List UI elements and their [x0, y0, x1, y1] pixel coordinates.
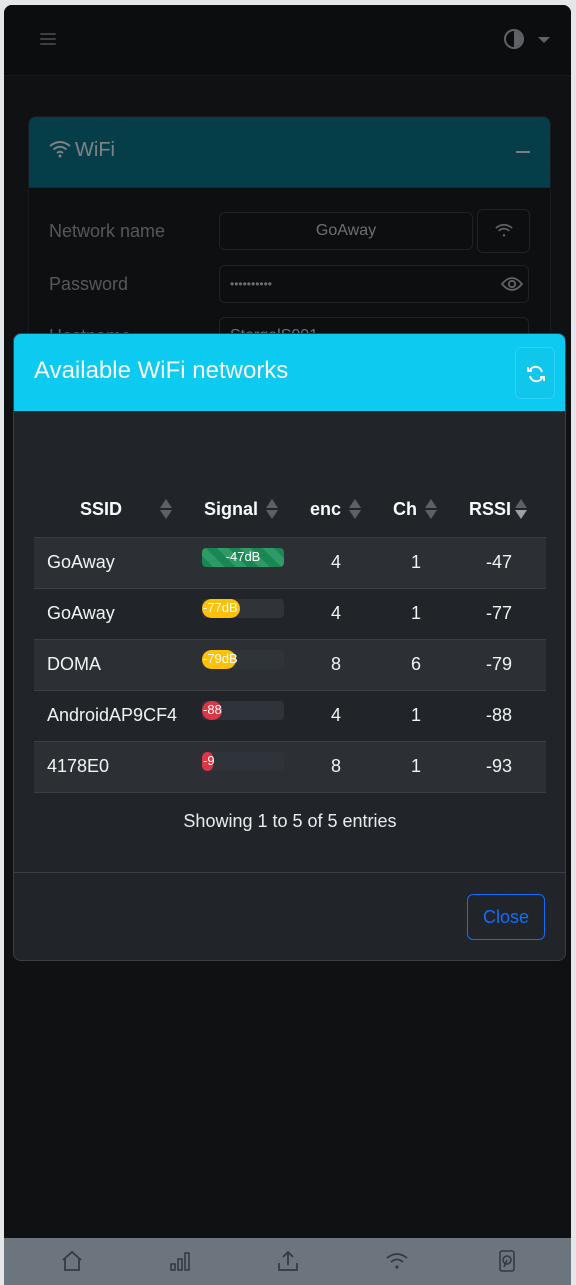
channel-cell: 1 — [410, 705, 421, 725]
signal-bar: -9 — [202, 752, 284, 771]
ssid-cell: DOMA — [47, 654, 101, 674]
sort-icon[interactable] — [266, 499, 278, 519]
ssid-cell: AndroidAP9CF4 — [47, 705, 178, 725]
sort-icon[interactable] — [349, 499, 361, 519]
networks-table: SSID Signal enc Ch RSSI GoAway 4 1 -47 -47dB… — [34, 489, 546, 831]
signal-label: -77dB — [203, 600, 238, 615]
modal-title: Available WiFi networks — [34, 357, 289, 384]
col-ssid[interactable]: SSID — [80, 499, 122, 520]
sort-desc-icon[interactable] — [515, 499, 527, 519]
enc-cell: 4 — [330, 705, 341, 725]
signal-label: -79dB — [203, 651, 238, 666]
col-rssi[interactable]: RSSI — [469, 499, 511, 520]
ssid-cell: 4178E0 — [47, 756, 110, 776]
table-body: GoAway 4 1 -47 -47dB GoAway 4 1 -77 -77dB DOMA 8 6 -7… — [34, 537, 546, 793]
sort-icon[interactable] — [425, 499, 437, 519]
enc-cell: 8 — [330, 654, 341, 674]
enc-cell: 4 — [330, 552, 341, 572]
signal-label: -9 — [203, 753, 215, 768]
ssid-cell: GoAway — [47, 603, 115, 623]
enc-cell: 8 — [330, 756, 341, 776]
ssid-cell: GoAway — [47, 552, 115, 572]
bottom-nav — [4, 1238, 571, 1285]
signal-bar: -77dB — [202, 599, 284, 618]
rssi-cell: -88 — [485, 705, 512, 725]
table-row[interactable]: DOMA 8 6 -79 -79dB — [34, 640, 546, 691]
storage-icon[interactable] — [494, 1248, 520, 1274]
table-header: SSID Signal enc Ch RSSI — [34, 489, 546, 537]
refresh-button[interactable] — [515, 347, 555, 399]
channel-cell: 1 — [410, 552, 421, 572]
channel-cell: 1 — [410, 756, 421, 776]
col-enc[interactable]: enc — [310, 499, 341, 520]
close-button[interactable]: Close — [467, 894, 545, 940]
wifi-networks-modal: Available WiFi networks SSID Signal enc … — [13, 333, 566, 961]
modal-footer: Close — [14, 872, 565, 960]
table-row[interactable]: 4178E0 8 1 -93 -9 — [34, 742, 546, 793]
rssi-cell: -79 — [485, 654, 512, 674]
channel-cell: 1 — [410, 603, 421, 623]
upload-icon[interactable] — [275, 1248, 301, 1274]
signal-bar: -88 — [202, 701, 284, 720]
home-icon[interactable] — [59, 1248, 85, 1274]
wifi-icon[interactable] — [384, 1248, 410, 1274]
channel-cell: 6 — [410, 654, 421, 674]
signal-label: -47dB — [225, 549, 261, 564]
rssi-cell: -47 — [485, 552, 512, 572]
refresh-icon — [527, 365, 545, 383]
rssi-cell: -77 — [485, 603, 512, 623]
table-row[interactable]: GoAway 4 1 -77 -77dB — [34, 589, 546, 640]
table-row[interactable]: GoAway 4 1 -47 -47dB — [34, 538, 546, 589]
table-info: Showing 1 to 5 of 5 entries — [183, 811, 397, 831]
col-ch[interactable]: Ch — [393, 499, 417, 520]
rssi-cell: -93 — [485, 756, 512, 776]
col-signal[interactable]: Signal — [204, 499, 258, 520]
enc-cell: 4 — [330, 603, 341, 623]
table-row[interactable]: AndroidAP9CF4 4 1 -88 -88 — [34, 691, 546, 742]
signal-bar: -79dB — [202, 650, 284, 669]
sort-icon[interactable] — [160, 499, 172, 519]
bar-chart-icon[interactable] — [167, 1248, 193, 1274]
modal-header: Available WiFi networks — [14, 334, 565, 411]
signal-label: -88 — [203, 702, 222, 717]
signal-bar: -47dB — [202, 548, 284, 567]
